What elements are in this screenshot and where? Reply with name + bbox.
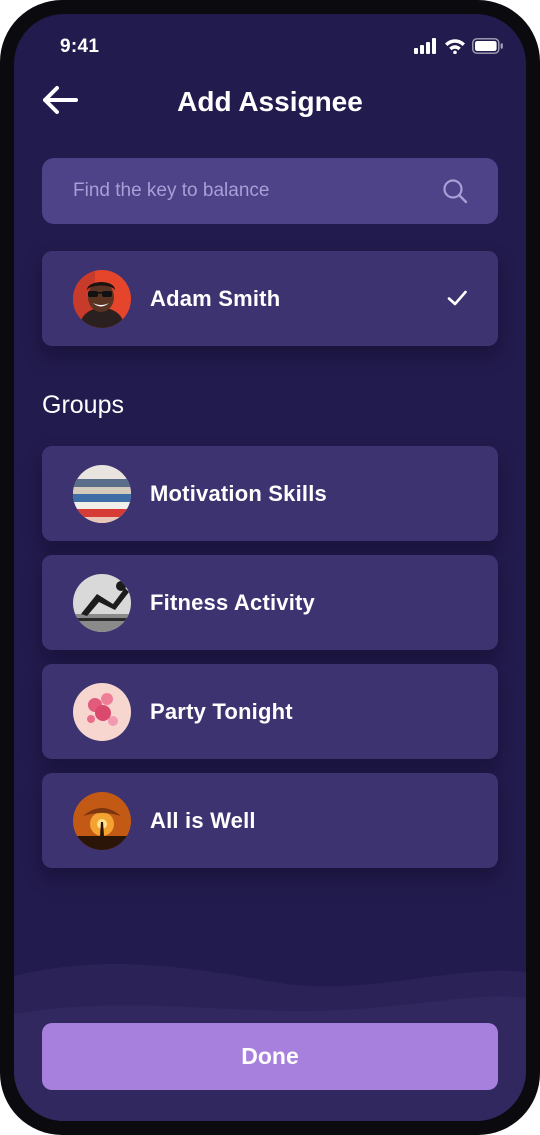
signal-icon: [414, 38, 436, 54]
status-time: 9:41: [60, 36, 100, 57]
group-avatar: [73, 682, 131, 741]
group-label: All is Well: [150, 807, 256, 833]
search-icon[interactable]: [442, 178, 468, 204]
search-bar: [42, 158, 498, 224]
checkmark-icon: [447, 290, 467, 306]
search-input[interactable]: [73, 180, 442, 202]
user-avatar: [73, 269, 131, 328]
group-avatar: [73, 791, 131, 850]
group-label: Party Tonight: [150, 698, 293, 724]
wifi-icon: [445, 39, 465, 54]
user-name: Adam Smith: [150, 285, 281, 311]
group-label: Motivation Skills: [150, 480, 327, 506]
group-item-motivation-skills[interactable]: Motivation Skills: [42, 446, 498, 541]
group-avatar: [73, 464, 131, 523]
app-screen: 9:41 Add Assignee Find the key to balanc…: [14, 14, 526, 1121]
group-avatar: [73, 573, 131, 632]
page-title: Add Assignee: [177, 86, 363, 117]
device-frame: 9:41 Add Assignee Find the key to balanc…: [0, 0, 540, 1135]
battery-icon: [472, 38, 503, 54]
done-button[interactable]: Done: [42, 1023, 498, 1090]
groups-heading: Groups: [42, 391, 124, 419]
group-item-fitness-activity[interactable]: Fitness Activity: [42, 555, 498, 650]
status-icons: [414, 38, 504, 54]
group-label: Fitness Activity: [150, 589, 315, 615]
selected-user-card[interactable]: Adam Smith: [42, 251, 498, 346]
group-item-party-tonight[interactable]: Party Tonight: [42, 664, 498, 759]
group-item-all-is-well[interactable]: All is Well: [42, 773, 498, 868]
